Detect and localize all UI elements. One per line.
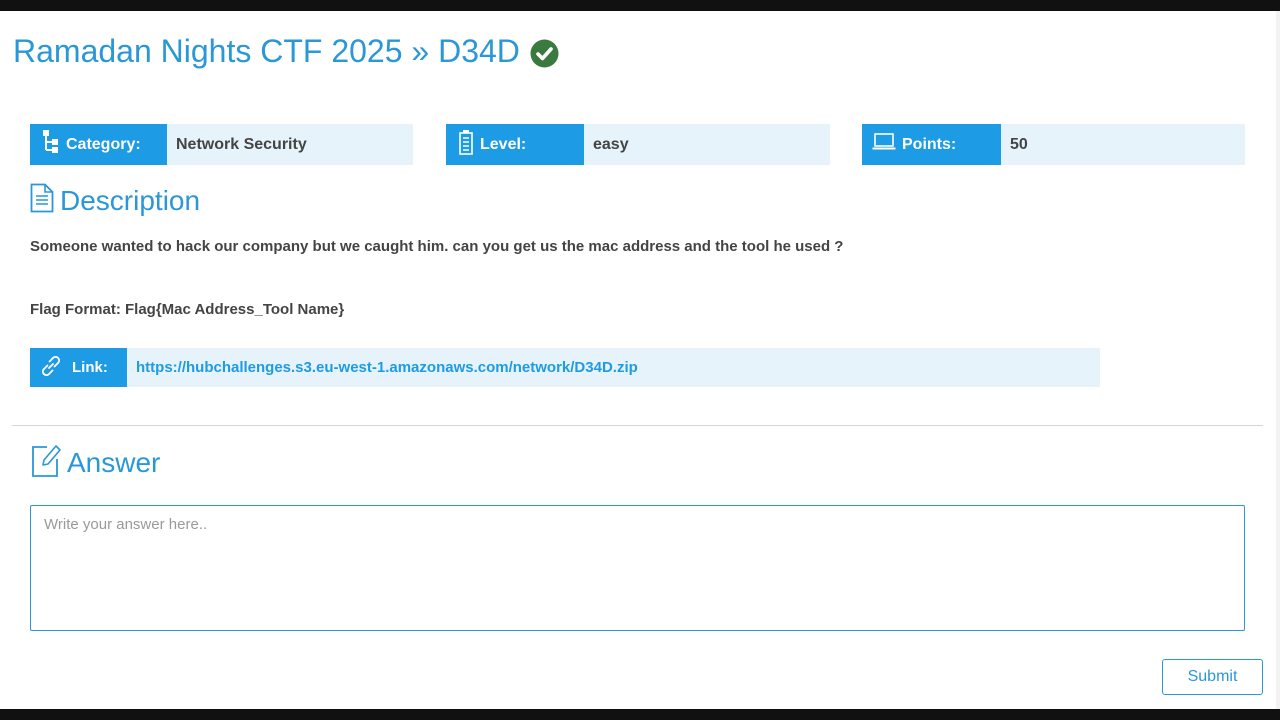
submit-button[interactable]: Submit [1162,659,1263,695]
category-value: Network Security [176,135,307,153]
link-label: Link: [30,348,127,387]
sitemap-icon [42,129,66,160]
download-link[interactable]: https://hubchallenges.s3.eu-west-1.amazo… [127,348,638,387]
description-text: Someone wanted to hack our company but w… [30,238,844,255]
link-label-text: Link: [72,359,108,376]
level-label: Level: [446,124,584,165]
level-value: easy [593,135,629,153]
page-title: Ramadan Nights CTF 2025 » D34D [13,31,559,71]
bottom-frame-bar [0,709,1280,720]
document-icon [30,183,60,220]
answer-input[interactable] [30,505,1245,631]
level-row: Level: easy [446,124,830,165]
link-icon [38,353,72,383]
points-label-text: Points: [902,135,957,153]
answer-heading: Answer [31,443,161,484]
level-label-text: Level: [480,135,527,153]
check-circle-icon [530,37,559,67]
laptop-icon [872,133,902,156]
right-edge [1276,11,1280,709]
flag-format-text: Flag Format: Flag{Mac Address_Tool Name} [30,301,345,318]
description-heading: Description [30,183,201,220]
edit-icon [31,443,67,484]
answer-heading-text: Answer [67,447,161,478]
points-row: Points: 50 [862,124,1245,165]
category-row: Category: Network Security [30,124,413,165]
category-label: Category: [30,124,167,165]
section-divider [12,425,1263,426]
points-value: 50 [1010,135,1028,153]
category-label-text: Category: [66,135,141,153]
points-label: Points: [862,124,1001,165]
top-frame-bar [0,0,1280,11]
page-title-text: Ramadan Nights CTF 2025 » D34D [13,33,520,69]
description-heading-text: Description [60,185,201,216]
link-row: Link: https://hubchallenges.s3.eu-west-1… [30,348,1100,387]
battery-icon [458,129,480,160]
